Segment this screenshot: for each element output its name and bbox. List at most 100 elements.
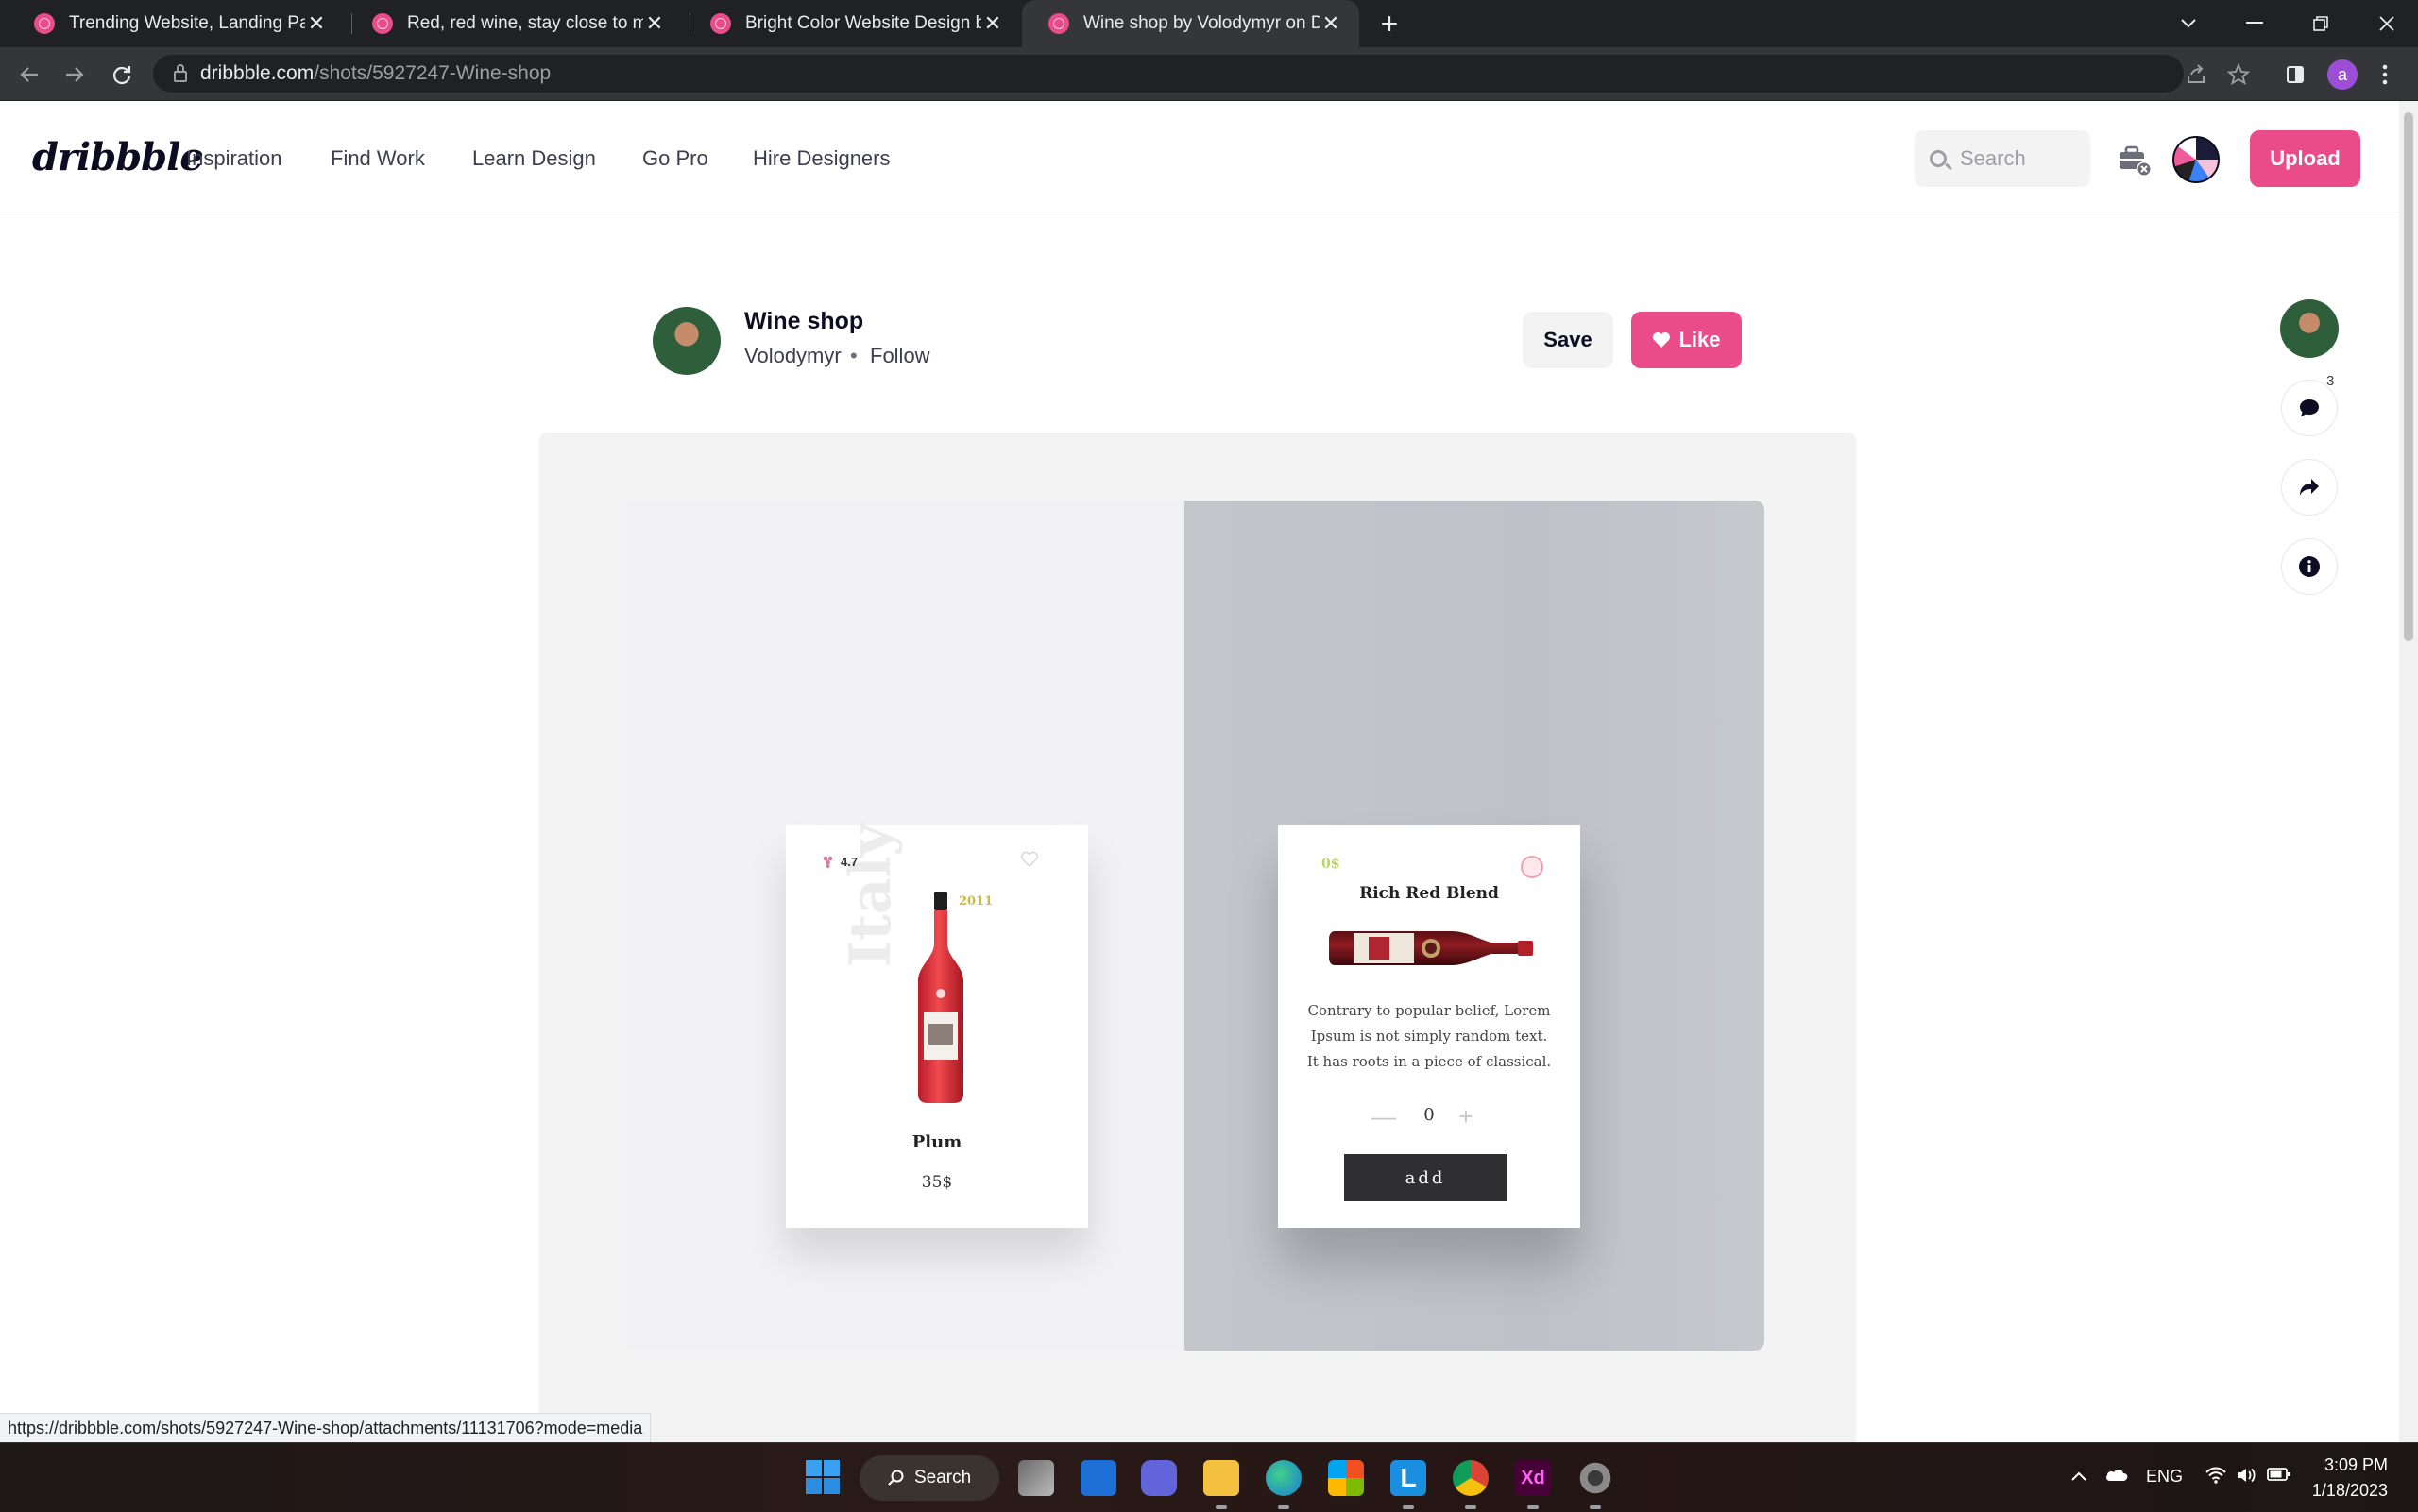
share-button[interactable]	[2281, 459, 2338, 516]
briefcase-icon[interactable]	[2116, 141, 2154, 178]
close-icon[interactable]: ✕	[981, 11, 1004, 36]
url-host: dribbble.com	[200, 62, 315, 84]
file-explorer-icon[interactable]	[1203, 1460, 1239, 1509]
nav-go-pro[interactable]: Go Pro	[642, 146, 708, 171]
lock-icon	[174, 64, 187, 82]
back-arrow-icon[interactable]	[15, 60, 43, 89]
bookmark-star-icon[interactable]	[2224, 60, 2253, 89]
dribbble-favicon-icon	[710, 13, 731, 34]
shot-title: Wine shop	[744, 308, 864, 334]
share-arrow-icon	[2300, 479, 2319, 496]
search-icon	[1930, 150, 1947, 167]
url-path: /shots/5927247-Wine-shop	[314, 62, 552, 84]
reload-icon[interactable]	[108, 60, 136, 89]
tab-wine-shop[interactable]: Wine shop by Volodymyr on Dribbble ✕	[1022, 0, 1359, 47]
scrollbar-thumb[interactable]	[2404, 112, 2413, 641]
profile-avatar[interactable]: a	[2327, 59, 2358, 90]
info-button[interactable]	[2281, 538, 2338, 595]
clock-date[interactable]: 1/18/2023	[2305, 1481, 2388, 1501]
web-page: dribbble Inspiration Find Work Learn Des…	[0, 101, 2399, 1442]
grape-icon	[823, 856, 833, 868]
windows-logo-icon	[806, 1460, 840, 1494]
settings-gear-icon[interactable]	[1577, 1460, 1613, 1509]
rating-value: 4.7	[841, 855, 859, 869]
taskbar-search-label: Search	[914, 1468, 972, 1487]
product-description: Contrary to popular belief, Lorem Ipsum …	[1306, 1002, 1552, 1070]
teams-chat-icon[interactable]	[1141, 1460, 1177, 1496]
add-to-cart-button[interactable]: add	[1344, 1154, 1507, 1201]
heart-icon	[1653, 332, 1671, 348]
upload-button[interactable]: Upload	[2250, 130, 2360, 187]
author-name[interactable]: Volodymyr	[744, 344, 842, 368]
info-icon	[2299, 556, 2320, 577]
address-bar[interactable]: dribbble.com/shots/5927247-Wine-shop	[153, 55, 2184, 93]
search-placeholder: Search	[1960, 146, 2026, 170]
side-panel-icon[interactable]	[2281, 60, 2309, 89]
launcher-l-icon[interactable]: L	[1390, 1460, 1426, 1509]
author-avatar[interactable]	[653, 307, 721, 375]
clock-time[interactable]: 3:09 PM	[2316, 1455, 2388, 1475]
browser-tab-bar: Trending Website, Landing Page and ✕ Red…	[0, 0, 2418, 47]
heart-outline-icon	[1021, 851, 1038, 868]
browser-toolbar: dribbble.com/shots/5927247-Wine-shop a	[0, 47, 2418, 101]
forward-arrow-icon[interactable]	[60, 60, 89, 89]
edge-browser-icon[interactable]	[1266, 1460, 1302, 1509]
follow-link[interactable]: Follow	[870, 344, 930, 368]
page-scrollbar[interactable]	[2399, 101, 2418, 1442]
language-indicator[interactable]: ENG	[2146, 1467, 2183, 1487]
close-icon[interactable]: ✕	[305, 11, 328, 36]
close-window-icon[interactable]	[2354, 0, 2418, 47]
tab-title: Trending Website, Landing Page and	[69, 13, 305, 33]
tab-trending[interactable]: Trending Website, Landing Page and ✕	[8, 0, 345, 47]
save-button[interactable]: Save	[1523, 312, 1613, 368]
dribbble-favicon-icon	[372, 13, 393, 34]
rail-author-avatar[interactable]	[2280, 299, 2339, 358]
new-tab-button[interactable]: +	[1366, 0, 1413, 47]
nav-find-work[interactable]: Find Work	[331, 146, 425, 171]
separator-dot: •	[850, 344, 858, 367]
search-icon	[888, 1470, 904, 1486]
dribbble-favicon-icon	[34, 13, 55, 34]
widgets-icon[interactable]	[1081, 1460, 1116, 1496]
product-name: Plum	[911, 1132, 962, 1152]
volume-icon[interactable]	[2236, 1467, 2256, 1488]
rose-wine-bottle	[918, 892, 963, 1103]
red-wine-bottle	[1329, 931, 1533, 965]
tray-chevron-up-icon[interactable]	[2070, 1467, 2087, 1487]
taskbar-search[interactable]: Search	[860, 1455, 999, 1501]
country-watermark: Italy	[838, 823, 904, 967]
like-button[interactable]: Like	[1631, 312, 1742, 368]
tab-bright-color[interactable]: Bright Color Website Design by L ✕	[684, 0, 1021, 47]
quantity-value: 0	[1423, 1105, 1435, 1125]
menu-kebab-icon[interactable]	[2371, 60, 2399, 89]
close-icon[interactable]: ✕	[643, 11, 666, 36]
quantity-decrement-button[interactable]: —	[1370, 1102, 1398, 1130]
nav-learn-design[interactable]: Learn Design	[472, 146, 596, 171]
battery-icon[interactable]	[2267, 1467, 2291, 1487]
task-view-icon[interactable]	[1018, 1460, 1054, 1496]
dribbble-logo[interactable]: dribbble	[32, 135, 204, 179]
wifi-icon[interactable]	[2205, 1467, 2227, 1488]
tab-title: Bright Color Website Design by L	[745, 13, 981, 33]
product-price: 0$	[1321, 857, 1340, 872]
adobe-xd-icon[interactable]: Xd	[1515, 1460, 1551, 1509]
onedrive-cloud-icon[interactable]	[2104, 1467, 2129, 1487]
quantity-increment-button[interactable]: +	[1452, 1102, 1480, 1130]
dribbble-favicon-icon	[1048, 13, 1069, 34]
microsoft-store-icon[interactable]	[1328, 1460, 1364, 1496]
close-icon[interactable]: ✕	[1320, 11, 1342, 36]
start-button[interactable]	[805, 1459, 841, 1495]
restore-icon[interactable]	[2288, 0, 2354, 47]
user-avatar[interactable]	[2172, 136, 2220, 183]
search-input[interactable]: Search	[1915, 130, 2090, 187]
tab-red-wine[interactable]: Red, red wine, stay close to me. by ✕	[346, 0, 683, 47]
minimize-icon[interactable]	[2222, 0, 2288, 47]
nav-hire-designers[interactable]: Hire Designers	[753, 146, 891, 171]
site-header: dribbble Inspiration Find Work Learn Des…	[0, 101, 2399, 212]
tab-search-icon[interactable]	[2155, 0, 2222, 47]
chrome-icon[interactable]	[1453, 1460, 1489, 1509]
product-card-rich-red-blend: 0$ Rich Red Blend Contrary to popular be…	[1278, 825, 1580, 1228]
share-icon[interactable]	[2182, 60, 2210, 89]
nav-inspiration[interactable]: Inspiration	[186, 146, 282, 171]
timer-icon	[1521, 856, 1543, 878]
